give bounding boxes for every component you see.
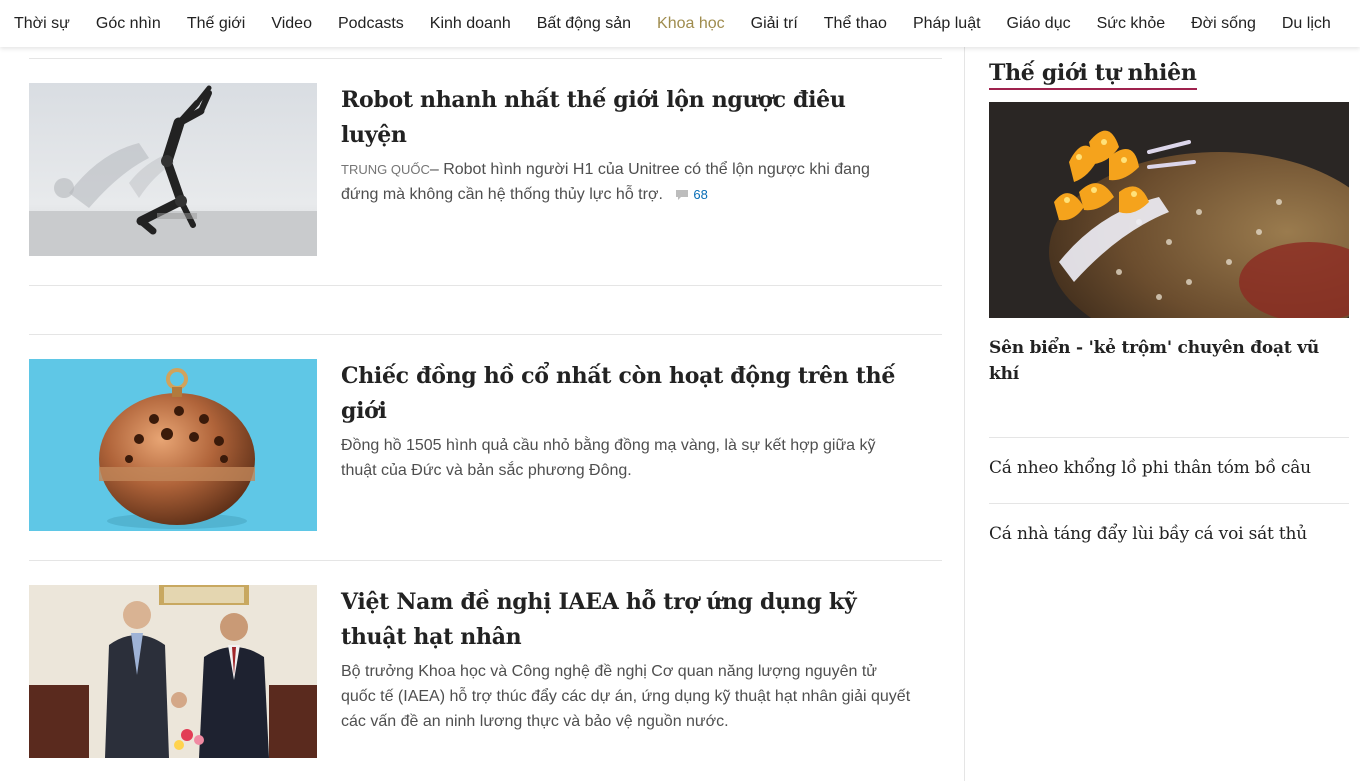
top-nav: Thời sự Góc nhìn Thế giới Video Podcasts… (0, 0, 1360, 47)
article-item: Robot nhanh nhất thế giới lộn ngược điêu… (29, 59, 942, 285)
meeting-image (29, 585, 317, 758)
comment-count: 68 (693, 187, 708, 203)
nav-item-video[interactable]: Video (258, 7, 325, 41)
article-description: Bộ trưởng Khoa học và Công nghệ đề nghị … (341, 663, 911, 730)
nav-item-giao-duc[interactable]: Giáo dục (994, 7, 1084, 41)
article-description: Đồng hồ 1505 hình quả cầu nhỏ bằng đồng … (341, 437, 876, 479)
nav-item-giai-tri[interactable]: Giải trí (738, 7, 811, 41)
article-content: Việt Nam đề nghị IAEA hỗ trợ ứng dụng kỹ… (341, 585, 911, 763)
comment-icon (676, 189, 689, 200)
article-location: TRUNG QUỐC (341, 162, 430, 177)
robot-thumbnail[interactable] (29, 83, 317, 261)
sidebar-featured: Sên biển - 'kẻ trộm' chuyên đoạt vũ khí (989, 102, 1360, 387)
sea-slug-image[interactable] (989, 102, 1360, 352)
sidebar-list-item[interactable]: Cá nheo khổng lồ phi thân tóm bồ câu (989, 437, 1349, 503)
nav-item-the-gioi[interactable]: Thế giới (174, 7, 259, 41)
sidebar-list-item[interactable]: Cá nhà táng đẩy lùi bầy cá voi sát thủ (989, 503, 1349, 569)
robot-image (29, 83, 317, 256)
location-separator: – (429, 161, 439, 178)
sidebar-heading[interactable]: Thế giới tự nhiên (989, 60, 1197, 90)
clock-thumbnail[interactable] (29, 359, 317, 536)
sidebar: Thế giới tự nhiên Sên biển - 'kẻ trộm' c… (989, 60, 1360, 569)
nav-item-goc-nhin[interactable]: Góc nhìn (83, 7, 174, 41)
article-title[interactable]: Chiếc đồng hồ cổ nhất còn hoạt động trên… (341, 359, 911, 429)
article-content: Robot nhanh nhất thế giới lộn ngược điêu… (341, 83, 911, 261)
nav-item-the-thao[interactable]: Thể thao (811, 7, 900, 41)
ad-spacer (29, 286, 942, 334)
article-title[interactable]: Robot nhanh nhất thế giới lộn ngược điêu… (341, 83, 911, 153)
nav-item-doi-song[interactable]: Đời sống (1178, 7, 1269, 41)
nav-item-podcasts[interactable]: Podcasts (325, 7, 417, 41)
article-description: TRUNG QUỐC– Robot hình người H1 của Unit… (341, 157, 911, 207)
nav-item-kinh-doanh[interactable]: Kinh doanh (417, 7, 524, 41)
sidebar-list: Cá nheo khổng lồ phi thân tóm bồ câu Cá … (989, 437, 1349, 569)
article-item: Chiếc đồng hồ cổ nhất còn hoạt động trên… (29, 335, 942, 560)
article-content: Chiếc đồng hồ cổ nhất còn hoạt động trên… (341, 359, 911, 536)
clock-image (29, 359, 317, 531)
nav-item-bat-dong-san[interactable]: Bất động sản (524, 7, 644, 41)
nav-item-khoa-hoc[interactable]: Khoa học (644, 7, 738, 41)
meeting-thumbnail[interactable] (29, 585, 317, 763)
nav-item-du-lich[interactable]: Du lịch (1269, 7, 1344, 41)
sidebar-divider (964, 47, 965, 781)
comment-link[interactable]: 68 (675, 182, 708, 207)
nav-item-phap-luat[interactable]: Pháp luật (900, 7, 994, 41)
article-title[interactable]: Việt Nam đề nghị IAEA hỗ trợ ứng dụng kỹ… (341, 585, 911, 655)
nav-item-thoi-su[interactable]: Thời sự (0, 7, 83, 41)
article-item: Việt Nam đề nghị IAEA hỗ trợ ứng dụng kỹ… (29, 561, 942, 781)
sidebar-featured-title[interactable]: Sên biển - 'kẻ trộm' chuyên đoạt vũ khí (989, 335, 1349, 387)
article-list: Robot nhanh nhất thế giới lộn ngược điêu… (29, 58, 942, 781)
nav-item-suc-khoe[interactable]: Sức khỏe (1084, 7, 1179, 41)
